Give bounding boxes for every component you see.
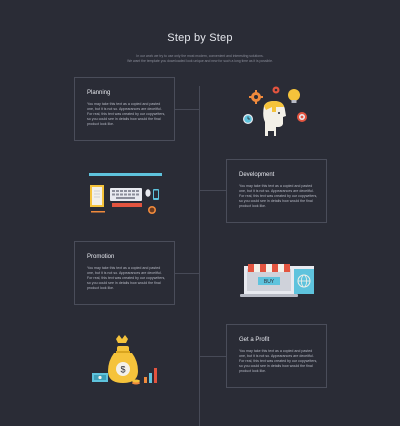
connector-promotion bbox=[175, 273, 199, 274]
crown-icon bbox=[116, 335, 128, 343]
subtitle-line-2: We want the template you downloaded look… bbox=[127, 59, 273, 63]
step-card-planning: Planning You may take this text as a cop… bbox=[74, 77, 175, 141]
step-title: Development bbox=[239, 172, 275, 178]
step-text: You may take this text as a copied and p… bbox=[239, 184, 318, 209]
promotion-illustration: BUY bbox=[240, 264, 314, 297]
coins-icon bbox=[132, 379, 140, 385]
connector-profit bbox=[200, 356, 226, 357]
page-subtitle: In our work we try to use only the most … bbox=[60, 54, 340, 64]
person-head-icon bbox=[263, 101, 286, 136]
dollar-sign: $ bbox=[120, 365, 125, 375]
gear-small-icon bbox=[272, 86, 280, 94]
pencil-icon bbox=[91, 211, 105, 213]
connector-planning bbox=[175, 109, 199, 110]
step-text: You may take this text as a copied and p… bbox=[87, 266, 166, 291]
step-text: You may take this text as a copied and p… bbox=[87, 102, 166, 127]
growth-chart-icon bbox=[144, 368, 157, 383]
buy-sign-label: BUY bbox=[264, 279, 275, 285]
step-card-profit: Get a Profit You may take this text as a… bbox=[226, 324, 327, 388]
step-card-promotion: Promotion You may take this text as a co… bbox=[74, 241, 175, 305]
timeline-line bbox=[199, 86, 200, 426]
development-illustration bbox=[89, 173, 162, 214]
target-icon bbox=[297, 112, 307, 122]
browser-window bbox=[294, 266, 314, 294]
mouse-icon bbox=[145, 189, 151, 197]
planning-illustration bbox=[243, 86, 307, 136]
step-text: You may take this text as a copied and p… bbox=[239, 349, 318, 374]
shop-awning bbox=[248, 264, 290, 272]
mousepad bbox=[112, 203, 142, 207]
page-title: Step by Step bbox=[167, 32, 233, 44]
laptop-base bbox=[240, 294, 298, 297]
step-card-development: Development You may take this text as a … bbox=[226, 159, 327, 223]
banknotes-icon bbox=[92, 373, 108, 382]
clock-icon bbox=[243, 114, 253, 124]
gear-icon bbox=[249, 90, 263, 104]
profit-illustration: $ bbox=[92, 335, 157, 385]
step-title: Planning bbox=[87, 90, 111, 96]
connector-development bbox=[200, 190, 226, 191]
step-title: Promotion bbox=[87, 254, 115, 260]
lightbulb-icon bbox=[288, 89, 300, 103]
money-bag-icon: $ bbox=[108, 346, 138, 383]
monitor-bar bbox=[89, 173, 162, 176]
step-title: Get a Profit bbox=[239, 337, 270, 343]
